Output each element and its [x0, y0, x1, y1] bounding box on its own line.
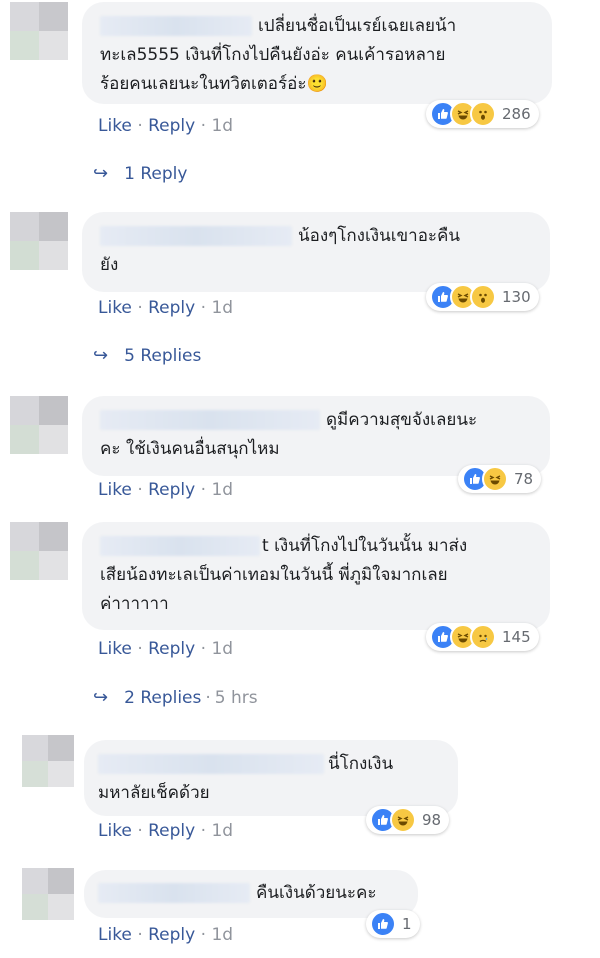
reactions-summary[interactable]: 78 — [458, 465, 542, 493]
commenter-name[interactable] — [100, 16, 252, 36]
commenter-name[interactable] — [98, 754, 324, 774]
reaction-count: 78 — [514, 470, 534, 488]
comment-bubble: ดูมีความสุขจังเลยนะ คะ ใช้เงินคนอื่นสนุก… — [82, 396, 550, 476]
reply-arrow-icon: ↪ — [93, 687, 109, 708]
reply-link[interactable]: Reply — [148, 639, 195, 659]
reaction-count: 130 — [502, 288, 531, 306]
comment-text: คืนเงินด้วยนะคะ — [256, 883, 377, 903]
reply-link[interactable]: Reply — [148, 925, 195, 945]
comment-actions: Like · Reply · 1d — [98, 925, 234, 945]
reactions-summary[interactable]: 145 — [426, 623, 539, 651]
reply-link[interactable]: Reply — [148, 480, 195, 500]
replies-count[interactable]: 5 Replies — [124, 346, 201, 366]
like-link[interactable]: Like — [98, 116, 132, 136]
avatar[interactable] — [10, 212, 68, 270]
reaction-count: 145 — [502, 628, 531, 646]
reaction-count: 1 — [402, 915, 412, 933]
comment-bubble: นี่โกงเงิน มหาลัยเช็คด้วย — [84, 740, 458, 816]
like-link[interactable]: Like — [98, 298, 132, 318]
replies-time[interactable]: 5 hrs — [215, 688, 258, 708]
comment-time[interactable]: 1d — [211, 639, 233, 659]
comment-actions: Like · Reply · 1d — [98, 639, 234, 659]
reply-arrow-icon: ↪ — [93, 163, 109, 184]
avatar[interactable] — [22, 868, 74, 920]
view-replies-link[interactable]: ↪ 1 Reply — [93, 163, 187, 184]
comment-actions: Like · Reply · 1d — [98, 298, 234, 318]
avatar[interactable] — [10, 522, 68, 580]
wow-reaction-icon — [470, 101, 496, 127]
avatar[interactable] — [22, 735, 74, 787]
reactions-summary[interactable]: 286 — [426, 100, 539, 128]
replies-count[interactable]: 1 Reply — [124, 164, 187, 184]
comment-bubble: น้องๆโกงเงินเขาอะคืน ยัง — [82, 212, 550, 292]
comment-actions: Like · Reply · 1d — [98, 116, 234, 136]
haha-reaction-icon — [482, 466, 508, 492]
reactions-summary[interactable]: 98 — [366, 806, 450, 834]
comment-time[interactable]: 1d — [211, 298, 233, 318]
reply-link[interactable]: Reply — [148, 821, 195, 841]
reactions-summary[interactable]: 1 — [366, 910, 420, 938]
sad-reaction-icon — [470, 624, 496, 650]
comment-time[interactable]: 1d — [211, 821, 233, 841]
avatar[interactable] — [10, 2, 68, 60]
smile-emoji-icon: 🙂 — [306, 74, 328, 94]
comment-bubble: t เงินที่โกงไปในวันนั้น มาส่ง เสียน้องทะ… — [82, 522, 550, 630]
comment-time[interactable]: 1d — [211, 116, 233, 136]
like-link[interactable]: Like — [98, 480, 132, 500]
comment-actions: Like · Reply · 1d — [98, 480, 234, 500]
commenter-name[interactable] — [100, 536, 260, 556]
like-link[interactable]: Like — [98, 925, 132, 945]
comment-actions: Like · Reply · 1d — [98, 821, 234, 841]
reply-arrow-icon: ↪ — [93, 345, 109, 366]
comment-time[interactable]: 1d — [211, 925, 233, 945]
reply-link[interactable]: Reply — [148, 116, 195, 136]
view-replies-link[interactable]: ↪ 2 Replies · 5 hrs — [93, 687, 258, 708]
reactions-summary[interactable]: 130 — [426, 283, 539, 311]
reaction-count: 98 — [422, 811, 442, 829]
commenter-name[interactable] — [98, 883, 250, 903]
comment-bubble: คืนเงินด้วยนะคะ — [84, 870, 418, 918]
comment-bubble: เปลี่ยนชื่อเป็นเรย์เฉยเลยน้า ทะเล5555 เง… — [82, 2, 552, 104]
commenter-name[interactable] — [100, 410, 320, 430]
like-reaction-icon — [370, 911, 396, 937]
view-replies-link[interactable]: ↪ 5 Replies — [93, 345, 201, 366]
haha-reaction-icon — [390, 807, 416, 833]
wow-reaction-icon — [470, 284, 496, 310]
like-link[interactable]: Like — [98, 639, 132, 659]
like-link[interactable]: Like — [98, 821, 132, 841]
avatar[interactable] — [10, 396, 68, 454]
comment-time[interactable]: 1d — [211, 480, 233, 500]
reply-link[interactable]: Reply — [148, 298, 195, 318]
replies-count[interactable]: 2 Replies — [124, 688, 201, 708]
reaction-count: 286 — [502, 105, 531, 123]
commenter-name[interactable] — [100, 226, 292, 246]
